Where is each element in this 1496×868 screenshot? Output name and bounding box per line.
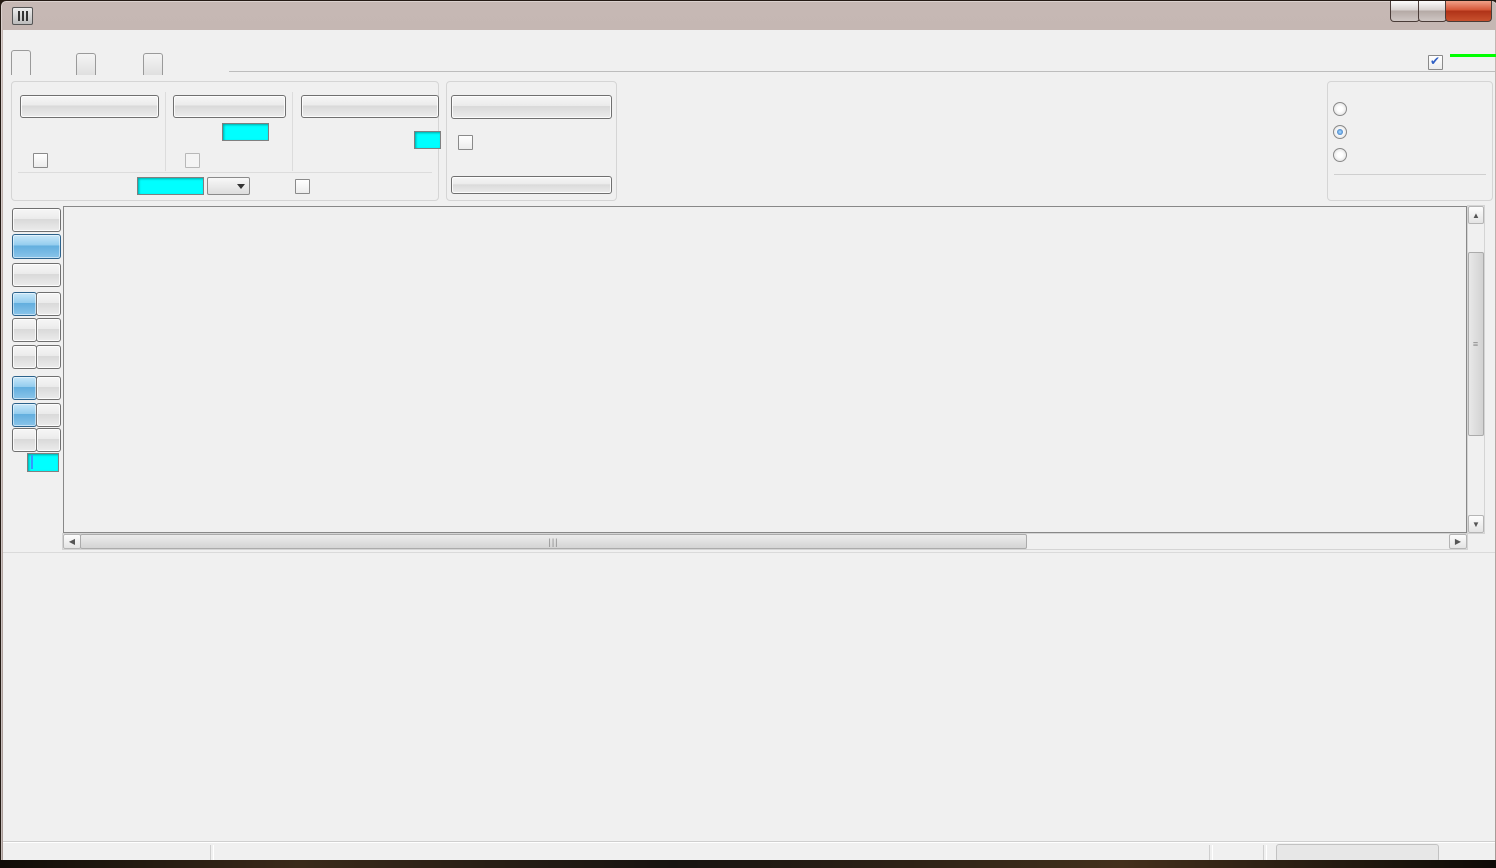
ev-button[interactable] bbox=[12, 428, 37, 452]
frames-input[interactable] bbox=[414, 131, 441, 149]
scroll-left-button[interactable]: ◀ bbox=[63, 534, 81, 549]
dot-button[interactable] bbox=[12, 403, 37, 427]
delay-input[interactable] bbox=[222, 123, 269, 141]
client-area: ▲ ≡ ▼ ◀ ||| ▶ bbox=[3, 30, 1495, 861]
tab-operation[interactable] bbox=[11, 50, 31, 75]
meas-tool-button[interactable] bbox=[12, 263, 61, 287]
chevron-down-icon bbox=[237, 184, 245, 189]
tab-strip bbox=[3, 52, 1495, 72]
cam-link-label bbox=[1450, 54, 1496, 57]
spectrum-chart-canvas[interactable] bbox=[3, 573, 1495, 837]
integration-unit-dropdown[interactable] bbox=[207, 177, 250, 195]
sigma-input[interactable] bbox=[27, 453, 59, 472]
screen: ▲ ≡ ▼ ◀ ||| ▶ bbox=[0, 0, 1496, 868]
xy-button[interactable] bbox=[36, 318, 61, 342]
horizontal-scrollbar[interactable]: ◀ ||| ▶ bbox=[62, 533, 1468, 550]
row-button[interactable] bbox=[12, 376, 37, 400]
title-bar[interactable] bbox=[1, 1, 1496, 30]
delete-background-button[interactable] bbox=[451, 176, 612, 194]
shutter-locked-checkbox[interactable] bbox=[458, 135, 473, 150]
scroll-up-button[interactable]: ▲ bbox=[1468, 206, 1484, 224]
desktop-edge bbox=[0, 860, 1496, 868]
radio-measurement-background[interactable] bbox=[1333, 102, 1347, 116]
single-shot-button[interactable] bbox=[20, 95, 159, 118]
menu-informations[interactable] bbox=[125, 32, 139, 36]
select-tool-button[interactable] bbox=[12, 208, 61, 232]
external-trigger-checkbox[interactable] bbox=[295, 179, 310, 194]
zoom-tool-button[interactable] bbox=[12, 234, 61, 259]
incl-background-checkbox[interactable] bbox=[33, 153, 48, 168]
radio-measurement[interactable] bbox=[1333, 125, 1347, 139]
tab-camera-options[interactable] bbox=[143, 53, 163, 75]
status-bar bbox=[3, 842, 1495, 862]
app-icon bbox=[12, 7, 33, 25]
ccd-image-canvas[interactable] bbox=[63, 206, 1467, 533]
nm-button[interactable] bbox=[36, 428, 61, 452]
rotate-cw-button[interactable] bbox=[12, 345, 37, 369]
scroll-down-button[interactable]: ▼ bbox=[1468, 515, 1484, 533]
maximize-button[interactable] bbox=[1418, 1, 1447, 22]
scroll-right-button[interactable]: ▶ bbox=[1449, 534, 1467, 549]
x-button[interactable] bbox=[36, 292, 61, 316]
rotate-ccw-button[interactable] bbox=[36, 345, 61, 369]
cam-link-checkbox[interactable] bbox=[1428, 55, 1443, 70]
menu-file[interactable] bbox=[9, 32, 23, 36]
video-mode-button[interactable] bbox=[173, 95, 286, 118]
sigma-input-selection bbox=[31, 455, 33, 469]
background-group bbox=[446, 81, 617, 201]
close-button[interactable] bbox=[1445, 1, 1492, 22]
menu-bar bbox=[3, 30, 1495, 51]
each-frame-checkbox[interactable] bbox=[185, 153, 200, 168]
vertical-scrollbar[interactable]: ▲ ≡ ▼ bbox=[1467, 205, 1485, 534]
burst-mode-button[interactable] bbox=[301, 95, 439, 118]
no-button[interactable] bbox=[12, 292, 37, 316]
y-button[interactable] bbox=[12, 318, 37, 342]
radio-background[interactable] bbox=[1333, 148, 1347, 162]
col-button[interactable] bbox=[36, 376, 61, 400]
minimize-button[interactable] bbox=[1390, 1, 1420, 22]
measurement-group bbox=[11, 81, 439, 201]
horizontal-scroll-thumb[interactable]: ||| bbox=[80, 534, 1027, 549]
vertical-scroll-thumb[interactable]: ≡ bbox=[1468, 252, 1484, 436]
menu-tools[interactable] bbox=[83, 32, 97, 36]
m-button[interactable] bbox=[36, 403, 61, 427]
menu-view[interactable] bbox=[43, 32, 57, 36]
take-background-button[interactable] bbox=[451, 95, 612, 119]
choose-image-group bbox=[1327, 81, 1493, 201]
app-window: ▲ ≡ ▼ ◀ ||| ▶ bbox=[0, 0, 1496, 864]
tab-visualisation[interactable] bbox=[76, 53, 96, 75]
integration-time-input[interactable] bbox=[137, 177, 204, 195]
image-toolbar bbox=[3, 200, 61, 540]
